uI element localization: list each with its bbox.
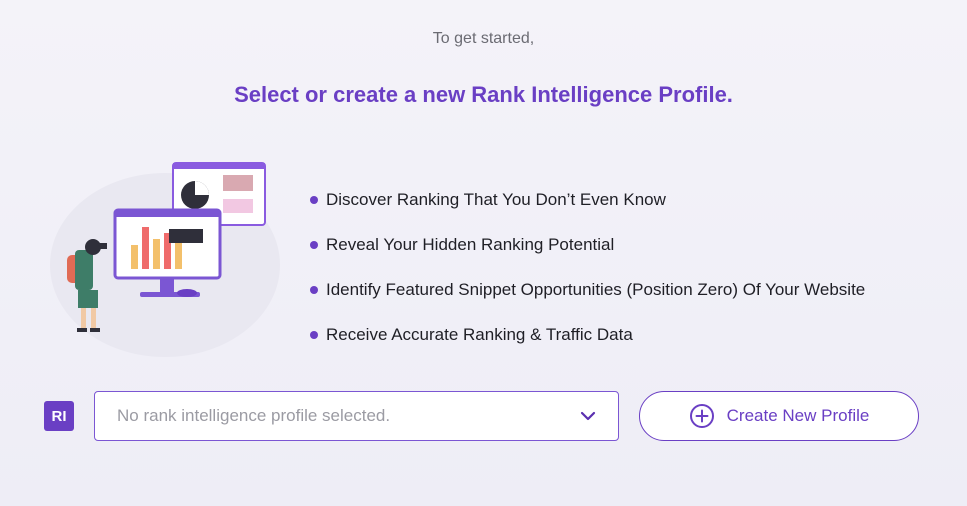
page-title: Select or create a new Rank Intelligence…	[234, 82, 733, 107]
feature-text: Reveal Your Hidden Ranking Potential	[326, 234, 615, 254]
feature-text: Discover Ranking That You Don’t Even Kno…	[326, 189, 666, 209]
hiker-dashboard-illustration	[45, 155, 285, 360]
profile-select-value: No rank intelligence profile selected.	[117, 406, 391, 425]
feature-item: Discover Ranking That You Don’t Even Kno…	[310, 177, 865, 222]
create-new-profile-label: Create New Profile	[726, 406, 870, 425]
feature-text: Receive Accurate Ranking & Traffic Data	[326, 324, 633, 344]
feature-text: Identify Featured Snippet Opportunities …	[326, 279, 866, 299]
create-new-profile-button[interactable]: Create New Profile	[639, 391, 919, 441]
intro-text: To get started,	[432, 30, 535, 47]
bullet-icon	[310, 240, 318, 249]
feature-item: Reveal Your Hidden Ranking Potential	[310, 222, 865, 267]
feature-item: Receive Accurate Ranking & Traffic Data	[310, 312, 865, 357]
plus-circle-icon	[689, 404, 714, 428]
bullet-icon	[310, 195, 318, 204]
feature-item: Identify Featured Snippet Opportunities …	[310, 267, 865, 312]
bullet-icon	[310, 330, 318, 339]
feature-list: Discover Ranking That You Don’t Even Kno…	[310, 177, 865, 357]
profile-select[interactable]: No rank intelligence profile selected.	[94, 391, 619, 441]
bullet-icon	[310, 285, 318, 294]
chevron-down-icon	[580, 411, 596, 421]
ri-badge: RI	[44, 401, 74, 431]
